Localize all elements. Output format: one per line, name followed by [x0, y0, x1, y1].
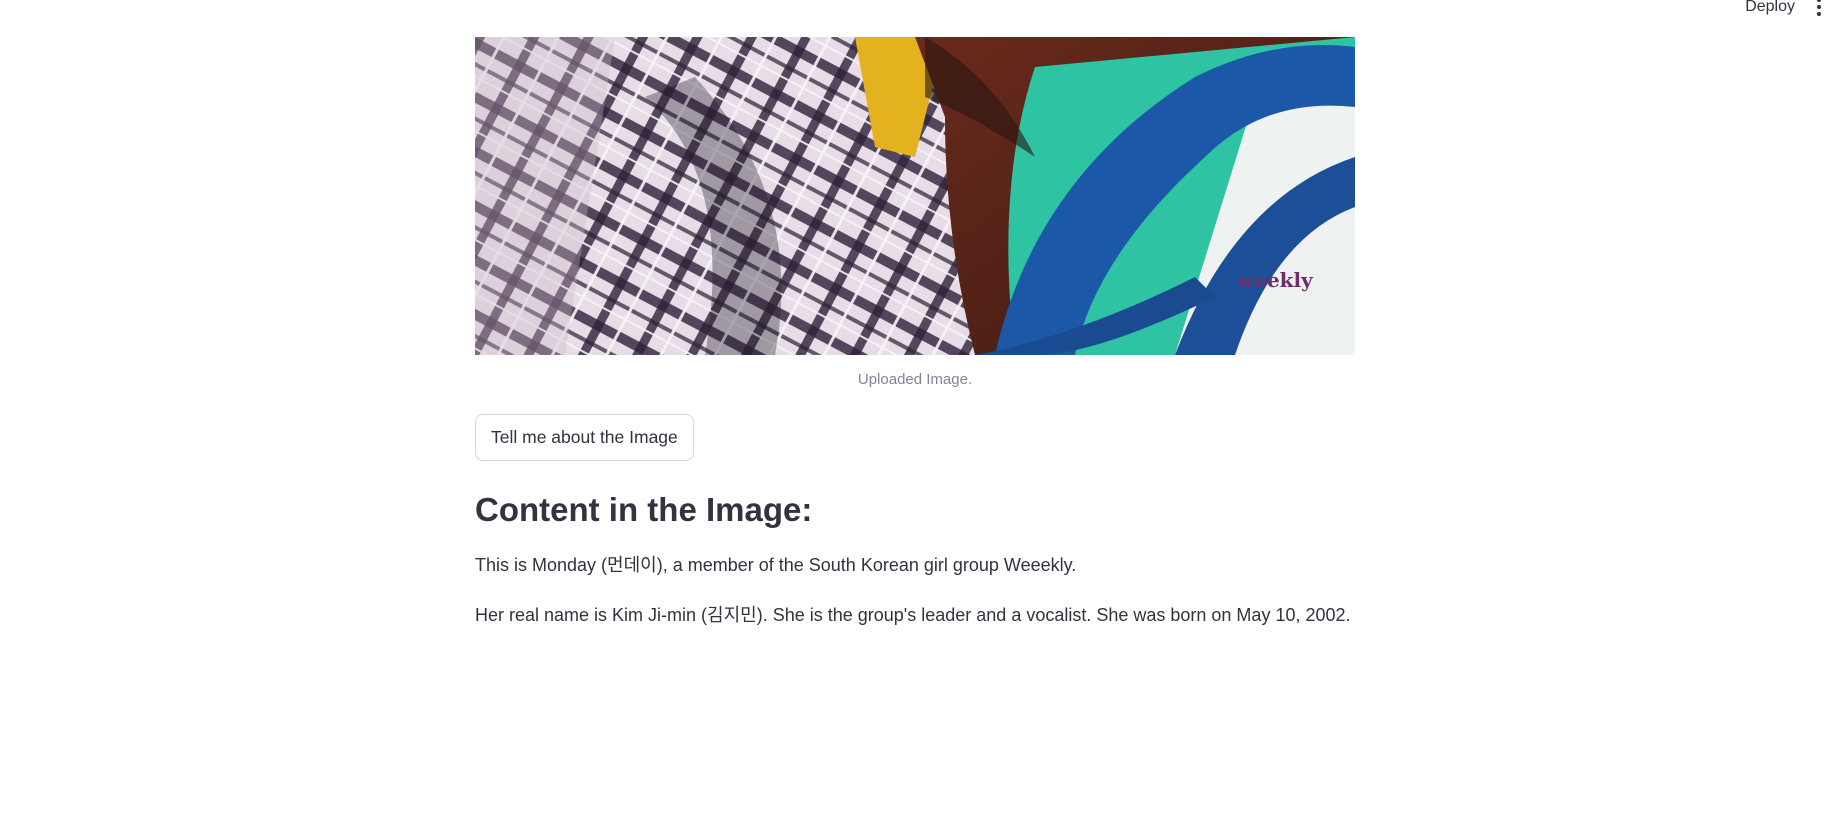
result-paragraph: Her real name is Kim Ji-min (김지민). She i…: [475, 605, 1351, 625]
deploy-button[interactable]: Deploy: [1745, 0, 1795, 16]
result-paragraph: This is Monday (먼데이), a member of the So…: [475, 555, 1077, 575]
uploaded-image: weekly: [475, 37, 1355, 355]
vertical-dots-icon[interactable]: [1811, 0, 1827, 18]
image-caption: Uploaded Image.: [857, 371, 973, 388]
tell-me-about-image-button[interactable]: Tell me about the Image: [475, 414, 694, 461]
main-content: weekly Uploaded Image. Tell me about the…: [475, 37, 1355, 649]
svg-text:weekly: weekly: [1236, 268, 1314, 292]
result-heading: Content in the Image:: [475, 491, 813, 528]
top-header: Deploy: [0, 0, 1839, 24]
